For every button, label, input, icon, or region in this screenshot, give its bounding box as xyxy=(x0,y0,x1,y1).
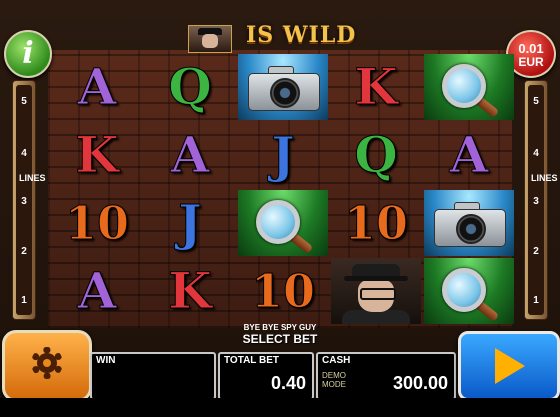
letter-symbol: K xyxy=(145,258,235,324)
line-number[interactable]: 1 xyxy=(13,295,35,306)
gangster-icon xyxy=(336,258,416,324)
letter-symbol: 10 xyxy=(52,190,142,256)
letter-symbol: A xyxy=(424,122,514,188)
letter-symbol: J xyxy=(145,190,235,256)
total-bet-value: 0.40 xyxy=(270,373,306,393)
line-number[interactable]: 1 xyxy=(525,295,547,306)
wild-gangster-symbol xyxy=(331,258,421,324)
win-panel: WIN xyxy=(90,352,216,400)
settings-button[interactable] xyxy=(2,330,92,402)
line-number[interactable]: 2 xyxy=(13,246,35,257)
magnifier-icon xyxy=(438,62,500,119)
lines-bar-right: 5 4 LINES 3 2 1 xyxy=(524,80,558,320)
camera-symbol xyxy=(424,190,514,256)
camera-icon xyxy=(434,199,506,247)
symbol-label: Q xyxy=(168,57,213,116)
letter-symbol: Q xyxy=(145,54,235,120)
info-button[interactable]: i xyxy=(4,30,52,78)
symbol-label: A xyxy=(77,57,117,116)
total-bet-panel[interactable]: TOTAL BET 0.40 xyxy=(218,352,314,400)
currency-label: EUR xyxy=(518,55,544,69)
symbol-label: J xyxy=(271,125,296,184)
wild-banner: IS WILD xyxy=(246,22,357,48)
cash-value: 300.00 xyxy=(392,373,448,393)
symbol-label: J xyxy=(178,193,203,252)
symbol-label: A xyxy=(449,125,489,184)
line-number[interactable]: 3 xyxy=(13,196,35,207)
reel-grid: A K 10 A Q A J K J 10 K Q 10 A xyxy=(52,52,514,324)
letter-symbol: Q xyxy=(331,122,421,188)
letter-symbol: A xyxy=(52,54,142,120)
symbol-label: 10 xyxy=(250,264,315,318)
lines-label: LINES xyxy=(19,173,46,183)
camera-icon xyxy=(248,63,320,111)
symbol-label: 10 xyxy=(343,196,408,250)
info-icon: i xyxy=(22,36,34,71)
letter-symbol: J xyxy=(238,122,328,188)
symbol-label: K xyxy=(168,261,212,320)
lines-label: LINES xyxy=(531,173,558,183)
lines-bar-left: 5 4 LINES 3 2 1 xyxy=(12,80,46,320)
line-number[interactable]: 4 xyxy=(13,148,35,159)
coin-value: 0.01 xyxy=(518,41,544,56)
symbol-label: Q xyxy=(354,125,399,184)
symbol-label: A xyxy=(170,125,210,184)
magnifier-symbol xyxy=(424,258,514,324)
total-bet-label: TOTAL BET xyxy=(224,355,279,366)
line-number[interactable]: 3 xyxy=(525,196,547,207)
letter-symbol: K xyxy=(331,54,421,120)
win-label: WIN xyxy=(96,355,116,366)
magnifier-symbol xyxy=(238,190,328,256)
demo-mode-label: DEMO MODE xyxy=(322,371,346,389)
letter-symbol: K xyxy=(52,122,142,188)
line-number[interactable]: 5 xyxy=(525,96,547,107)
symbol-label: K xyxy=(75,125,119,184)
cash-panel: CASH DEMO MODE 300.00 xyxy=(316,352,456,400)
magnifier-icon xyxy=(438,266,500,323)
magnifier-symbol xyxy=(424,54,514,120)
line-number[interactable]: 2 xyxy=(525,246,547,257)
play-arrow-icon xyxy=(495,348,525,384)
footer-bar xyxy=(0,398,560,417)
spin-button[interactable] xyxy=(458,331,560,401)
camera-symbol xyxy=(238,54,328,120)
magnifier-icon xyxy=(252,198,314,255)
line-number[interactable]: 4 xyxy=(525,148,547,159)
letter-symbol: A xyxy=(52,258,142,324)
letter-symbol: 10 xyxy=(238,258,328,324)
letter-symbol: A xyxy=(145,122,235,188)
symbol-label: A xyxy=(77,261,117,320)
letter-symbol: 10 xyxy=(331,190,421,256)
gangster-face-icon xyxy=(188,25,232,53)
symbol-label: K xyxy=(354,57,398,116)
cash-label: CASH xyxy=(322,355,351,366)
symbol-label: 10 xyxy=(64,196,129,250)
line-number[interactable]: 5 xyxy=(13,96,35,107)
